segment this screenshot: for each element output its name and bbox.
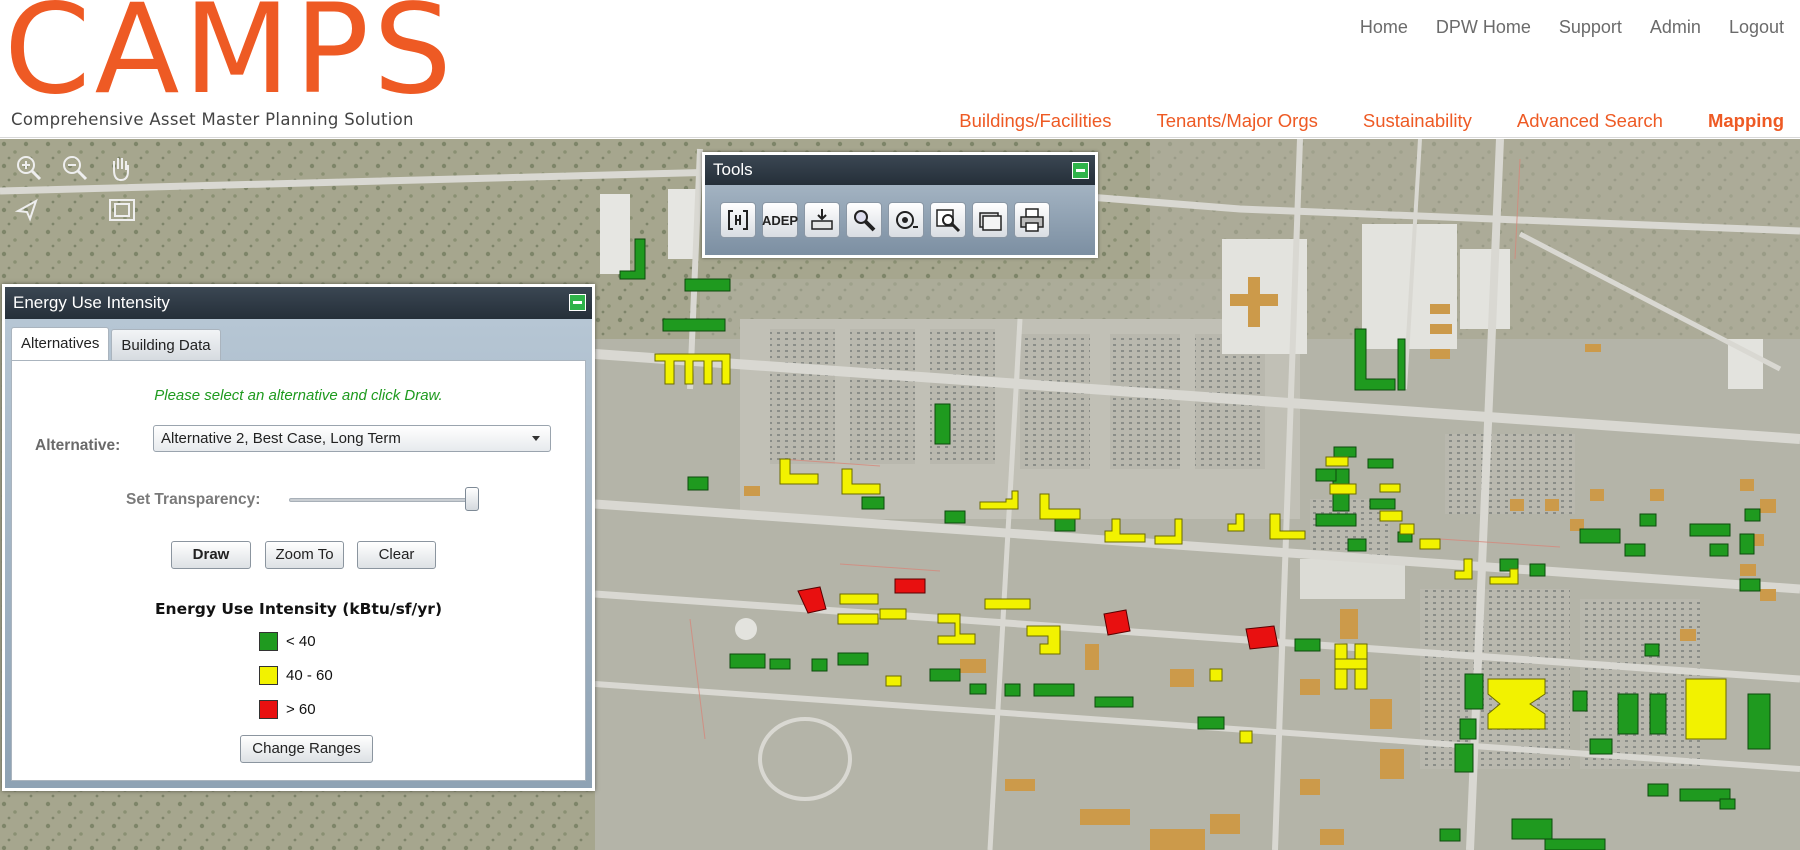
legend-item-high: > 60 — [259, 699, 316, 719]
tools-panel-body: ADEP — [705, 185, 1095, 255]
zoom-to-button[interactable]: Zoom To — [265, 541, 344, 569]
chevron-down-icon — [532, 436, 540, 441]
import-tray-icon — [811, 209, 833, 230]
tools-panel-header[interactable]: Tools — [705, 155, 1095, 185]
nav-logout[interactable]: Logout — [1729, 17, 1784, 38]
draw-button[interactable]: Draw — [171, 541, 251, 569]
nav-mapping[interactable]: Mapping — [1708, 110, 1784, 132]
measure-tool-button[interactable] — [888, 202, 924, 238]
compare-tool-button[interactable] — [720, 202, 756, 238]
alternative-select[interactable]: Alternative 2, Best Case, Long Term — [153, 425, 551, 452]
main-nav: Buildings/Facilities Tenants/Major Orgs … — [959, 110, 1784, 132]
eui-panel-title: Energy Use Intensity — [13, 293, 170, 312]
legend-swatch-red — [259, 699, 278, 719]
magnifier-icon — [854, 210, 876, 232]
instruction-text: Please select an alternative and click D… — [154, 387, 443, 404]
alternatives-tab-content: Please select an alternative and click D… — [11, 360, 586, 781]
alternative-select-value: Alternative 2, Best Case, Long Term — [161, 430, 401, 447]
clear-button[interactable]: Clear — [357, 541, 436, 569]
change-ranges-button[interactable]: Change Ranges — [240, 735, 373, 763]
import-tool-button[interactable] — [804, 202, 840, 238]
transparency-slider-handle[interactable] — [465, 487, 479, 511]
legend-item-mid: 40 - 60 — [259, 665, 333, 685]
adep-tool-button[interactable]: ADEP — [762, 202, 798, 238]
layers-icon — [979, 212, 1002, 231]
zoom-out-icon[interactable] — [60, 153, 90, 183]
nav-support[interactable]: Support — [1559, 17, 1622, 38]
nav-sustainability[interactable]: Sustainability — [1363, 110, 1472, 132]
adep-label: ADEP — [761, 212, 799, 228]
legend-label-high: > 60 — [286, 700, 316, 718]
nav-buildings-facilities[interactable]: Buildings/Facilities — [959, 110, 1111, 132]
eui-panel-header[interactable]: Energy Use Intensity — [5, 287, 592, 319]
pan-hand-icon[interactable] — [106, 153, 136, 183]
zoom-search-icon — [936, 209, 961, 233]
legend-title: Energy Use Intensity (kBtu/sf/yr) — [154, 600, 443, 618]
tools-panel-minimize-button[interactable] — [1072, 162, 1089, 179]
zoom-in-icon[interactable] — [14, 153, 44, 183]
eui-panel-body: Alternatives Building Data Please select… — [5, 319, 592, 788]
tools-panel[interactable]: Tools ADEP — [702, 152, 1098, 258]
nav-advanced-search[interactable]: Advanced Search — [1517, 110, 1663, 132]
compare-icon — [728, 210, 748, 230]
nav-home[interactable]: Home — [1360, 17, 1408, 38]
logo-subtitle: Comprehensive Asset Master Planning Solu… — [11, 110, 414, 129]
legend-swatch-yellow — [259, 665, 278, 685]
transparency-label: Set Transparency: — [126, 491, 261, 508]
legend-label-low: < 40 — [286, 632, 316, 650]
legend-item-low: < 40 — [259, 631, 316, 651]
transparency-slider-track[interactable] — [289, 498, 479, 502]
tab-building-data[interactable]: Building Data — [111, 329, 221, 360]
nav-admin[interactable]: Admin — [1650, 17, 1701, 38]
camps-logo[interactable]: CAMPS — [4, 0, 456, 112]
tools-panel-title: Tools — [713, 160, 753, 179]
tab-alternatives[interactable]: Alternatives — [11, 327, 110, 360]
eui-panel-minimize-button[interactable] — [569, 294, 586, 311]
legend-label-mid: 40 - 60 — [286, 666, 333, 684]
top-nav: Home DPW Home Support Admin Logout — [1360, 17, 1784, 38]
measure-tape-icon — [896, 211, 918, 229]
full-extent-icon[interactable] — [107, 195, 137, 225]
printer-icon — [1020, 208, 1044, 232]
search-tool-button[interactable] — [846, 202, 882, 238]
nav-tenants-major-orgs[interactable]: Tenants/Major Orgs — [1156, 110, 1317, 132]
zoom-search-tool-button[interactable] — [930, 202, 966, 238]
legend-swatch-green — [259, 631, 278, 651]
eui-tabs: Alternatives Building Data — [11, 327, 586, 360]
layers-tool-button[interactable] — [972, 202, 1008, 238]
energy-use-intensity-panel[interactable]: Energy Use Intensity Alternatives Buildi… — [2, 284, 595, 791]
app-header: CAMPS Comprehensive Asset Master Plannin… — [0, 0, 1800, 138]
nav-dpw-home[interactable]: DPW Home — [1436, 17, 1531, 38]
select-arrow-icon[interactable] — [14, 195, 44, 225]
print-tool-button[interactable] — [1014, 202, 1050, 238]
alternative-label: Alternative: — [35, 437, 121, 454]
